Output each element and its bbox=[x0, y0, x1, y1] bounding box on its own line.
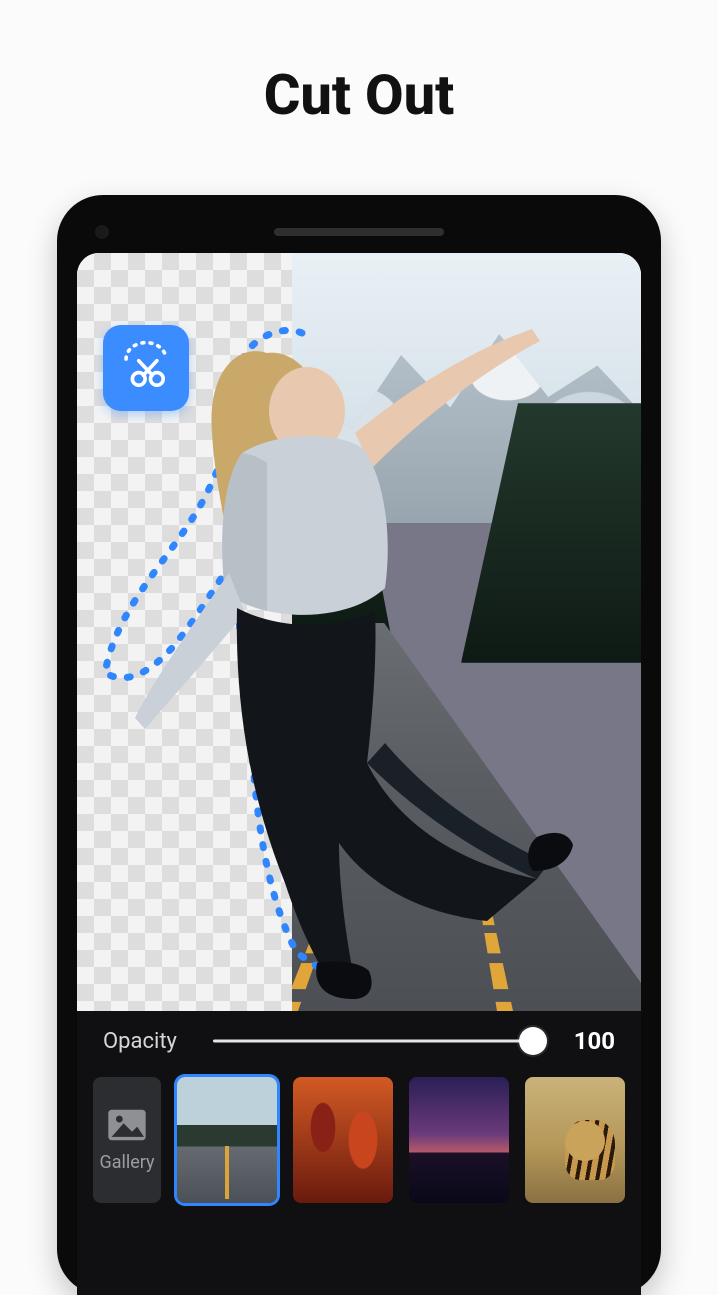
scissors-lasso-icon bbox=[117, 339, 175, 397]
phone-speaker bbox=[274, 228, 444, 236]
opacity-row: Opacity 100 bbox=[77, 1011, 641, 1063]
background-thumbnails-row: Gallery bbox=[77, 1063, 641, 1203]
opacity-slider[interactable] bbox=[213, 1023, 543, 1059]
background-photo bbox=[292, 253, 641, 1011]
background-thumb-tiger[interactable] bbox=[525, 1077, 625, 1203]
opacity-slider-thumb[interactable] bbox=[519, 1027, 547, 1055]
page-title: Cut Out bbox=[0, 0, 718, 128]
editor-canvas[interactable] bbox=[77, 253, 641, 1011]
opacity-value: 100 bbox=[561, 1027, 615, 1055]
opacity-slider-track bbox=[213, 1040, 543, 1043]
background-thumb-canyon[interactable] bbox=[293, 1077, 393, 1203]
background-thumb-sunset[interactable] bbox=[409, 1077, 509, 1203]
gallery-label: Gallery bbox=[99, 1152, 154, 1173]
phone-frame: Opacity 100 Gallery bbox=[57, 195, 661, 1295]
gallery-button[interactable]: Gallery bbox=[93, 1077, 161, 1203]
opacity-label: Opacity bbox=[103, 1029, 195, 1054]
app-screen: Opacity 100 Gallery bbox=[77, 253, 641, 1295]
cutout-tool-button[interactable] bbox=[103, 325, 189, 411]
phone-camera bbox=[95, 225, 109, 239]
background-thumb-road[interactable] bbox=[177, 1077, 277, 1203]
image-icon bbox=[106, 1108, 148, 1142]
